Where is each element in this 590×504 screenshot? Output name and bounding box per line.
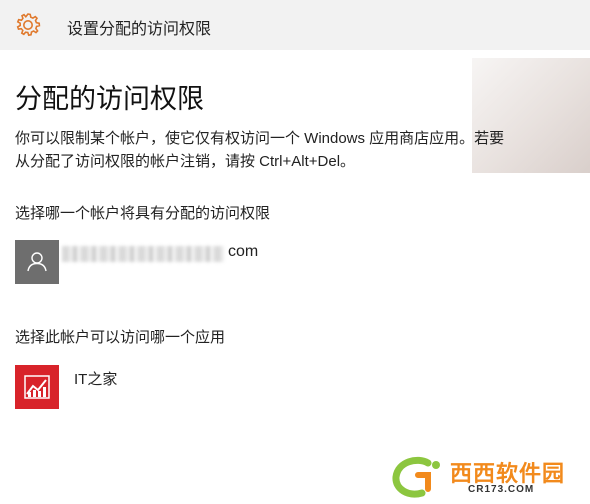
gear-icon [16,13,41,37]
app-tile[interactable] [15,365,59,409]
title-bar: 设置分配的访问权限 [0,0,590,50]
watermark-url: CR173.COM [468,484,535,495]
redacted-email [62,246,224,262]
watermark-logo [392,456,440,498]
account-email-suffix: com [228,243,259,260]
account-avatar[interactable] [15,240,59,284]
person-icon [27,252,47,272]
account-section-label: 选择哪一个帐户将具有分配的访问权限 [15,205,271,222]
app-name[interactable]: IT之家 [74,368,117,389]
ithome-app-icon [24,375,50,399]
window-title: 设置分配的访问权限 [67,21,212,38]
page-title: 分配的访问权限 [15,84,204,114]
watermark: 西西软件园 CR173.COM [388,455,588,499]
page-description: 你可以限制某个帐户，使它仅有权访问一个 Windows 应用商店应用。若要从分配… [15,130,505,170]
app-section-label: 选择此帐户可以访问哪一个应用 [15,329,226,346]
